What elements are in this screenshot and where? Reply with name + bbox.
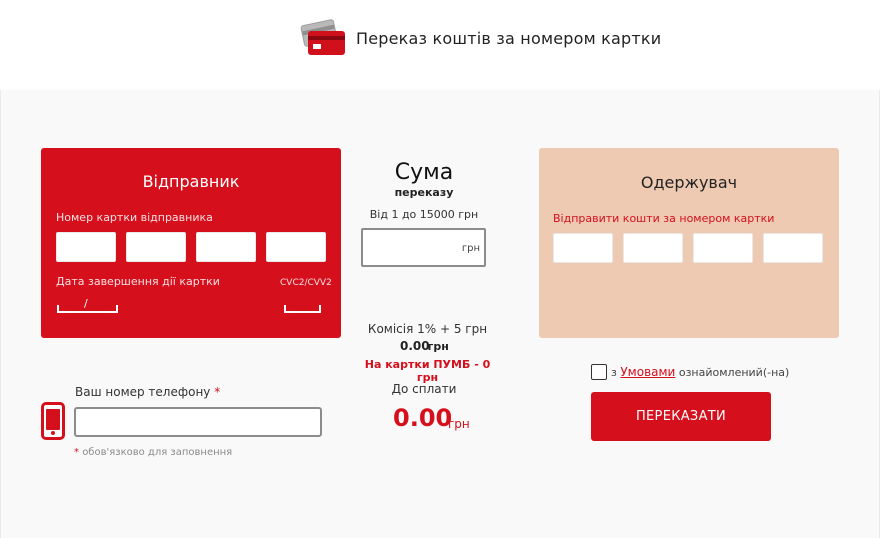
terms-prefix: з bbox=[611, 366, 617, 379]
sender-card-digits-3[interactable] bbox=[196, 232, 256, 262]
terms-text: з Умовами ознайомлений(-на) bbox=[611, 365, 789, 379]
phone-input[interactable] bbox=[74, 407, 322, 437]
total-unit: грн bbox=[448, 417, 470, 431]
receiver-card-digits-1[interactable] bbox=[553, 233, 613, 263]
receiver-title: Одержувач bbox=[640, 173, 738, 192]
sender-card-digits-4[interactable] bbox=[266, 232, 326, 262]
sender-card-digits-1[interactable] bbox=[56, 232, 116, 262]
required-mark: * bbox=[214, 385, 221, 399]
page-header: Переказ коштів за номером картки bbox=[300, 18, 661, 58]
expiry-separator: / bbox=[84, 297, 88, 310]
receiver-card-digits-3[interactable] bbox=[693, 233, 753, 263]
commission-label: Комісія 1% + 5 грн bbox=[367, 322, 488, 336]
transfer-button[interactable]: ПЕРЕКАЗАТИ bbox=[591, 392, 771, 441]
sum-unit: грн bbox=[461, 243, 480, 254]
sum-range: Від 1 до 15000 грн bbox=[369, 208, 479, 221]
expiry-label: Дата завершення дії картки bbox=[56, 275, 220, 288]
sum-subtitle: переказу bbox=[394, 186, 454, 199]
terms-link[interactable]: Умовами bbox=[620, 365, 675, 379]
receiver-card: Одержувач Відправити кошти за номером ка… bbox=[539, 148, 839, 338]
phone-label: Ваш номер телефону * bbox=[75, 385, 220, 399]
terms-suffix: ознайомлений(-на) bbox=[678, 366, 790, 379]
commission-value: 0.00грн bbox=[400, 339, 449, 353]
sender-card: Відправник Номер картки відправника Дата… bbox=[41, 148, 341, 338]
required-note-text: обов'язково для заповнення bbox=[82, 447, 233, 458]
to-pay-label: До сплати bbox=[391, 382, 457, 396]
page-title: Переказ коштів за номером картки bbox=[356, 28, 662, 48]
total-amount: 0.00 bbox=[393, 404, 453, 432]
sender-title: Відправник bbox=[142, 172, 240, 191]
required-note-star: * bbox=[74, 447, 79, 458]
sum-title: Сума bbox=[394, 160, 454, 185]
sum-input[interactable]: грн bbox=[361, 228, 486, 267]
phone-label-text: Ваш номер телефону bbox=[75, 385, 211, 399]
credit-cards-icon bbox=[300, 18, 346, 58]
mobile-phone-icon bbox=[41, 402, 65, 440]
cvc-field[interactable] bbox=[284, 305, 321, 313]
receiver-card-number-label: Відправити кошти за номером картки bbox=[553, 212, 775, 225]
commission-unit: грн bbox=[427, 340, 449, 353]
terms-checkbox[interactable] bbox=[591, 364, 607, 380]
sender-card-digits-2[interactable] bbox=[126, 232, 186, 262]
receiver-card-digits-2[interactable] bbox=[623, 233, 683, 263]
pumb-note: На картки ПУМБ - 0 грн bbox=[364, 358, 491, 384]
commission-amount: 0.00 bbox=[400, 339, 430, 353]
receiver-card-digits-4[interactable] bbox=[763, 233, 823, 263]
sender-card-number-label: Номер картки відправника bbox=[56, 211, 213, 224]
required-note: * обов'язково для заповнення bbox=[74, 447, 232, 458]
cvc-label: CVC2/CVV2 bbox=[280, 278, 332, 288]
